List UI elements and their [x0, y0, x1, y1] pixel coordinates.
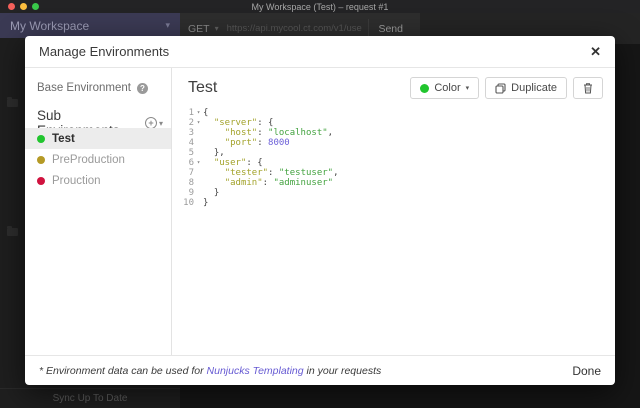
fold-gutter — [194, 198, 203, 208]
chevron-down-icon: ▾ — [466, 84, 470, 92]
environment-color-dot-icon — [37, 177, 45, 185]
environment-item-label: Prouction — [52, 175, 101, 187]
folder-icon — [7, 99, 18, 107]
footer-note: * Environment data can be used for Nunju… — [39, 365, 381, 377]
modal-title: Manage Environments — [39, 44, 169, 59]
environment-editor-panel: Test Color ▾ Duplicate — [172, 68, 615, 355]
close-icon[interactable]: ✕ — [590, 44, 601, 60]
window-title: My Workspace (Test) – request #1 — [0, 2, 640, 12]
http-method-dropdown[interactable]: GET — [188, 23, 210, 35]
base-environment-label: Base Environment — [37, 82, 131, 94]
line-number: 5 — [172, 148, 194, 158]
sync-status-button[interactable]: Sync Up To Date — [0, 388, 180, 408]
folder-icon — [7, 228, 18, 236]
line-number: 4 — [172, 138, 194, 148]
code-line: 7 "tester": "testuser", — [172, 168, 615, 178]
line-number: 3 — [172, 128, 194, 138]
code-line: 8 "admin": "adminuser" — [172, 178, 615, 188]
trash-icon — [583, 82, 593, 94]
base-environment-item[interactable]: Base Environment ? — [37, 82, 163, 94]
code-line: 5 }, — [172, 148, 615, 158]
line-number: 6 — [172, 158, 194, 168]
code-line: 2▾ "server": { — [172, 118, 615, 128]
code-line: 10} — [172, 198, 615, 208]
fold-arrow-icon[interactable]: ▾ — [194, 118, 203, 128]
environment-list: Test PreProduction Prouction — [25, 128, 171, 191]
code-line: 6▾ "user": { — [172, 158, 615, 168]
code-line: 4 "port": 8000 — [172, 138, 615, 148]
zoom-window-button[interactable] — [32, 3, 39, 10]
environment-color-dot-icon — [37, 135, 45, 143]
code-text: "tester": "testuser", — [203, 168, 339, 178]
done-button[interactable]: Done — [572, 364, 601, 378]
code-text: "port": 8000 — [203, 138, 290, 148]
minimize-window-button[interactable] — [20, 3, 27, 10]
json-code-editor[interactable]: 1▾{2▾ "server": {3 "host": "localhost",4… — [172, 108, 615, 208]
chevron-down-icon: ▾ — [165, 20, 170, 31]
code-line: 3 "host": "localhost", — [172, 128, 615, 138]
nunjucks-templating-link[interactable]: Nunjucks Templating — [207, 365, 304, 377]
environments-sidebar: Base Environment ? Sub Environments + ▾ … — [25, 68, 172, 355]
url-input[interactable]: https://api.mycool.ct.com/v1/users — [227, 23, 362, 34]
fold-gutter — [194, 138, 203, 148]
environment-item-label: PreProduction — [52, 154, 125, 166]
manage-environments-modal: Manage Environments ✕ Base Environment ?… — [25, 36, 615, 385]
environment-item[interactable]: Prouction — [25, 170, 171, 191]
modal-header: Manage Environments ✕ — [25, 36, 615, 68]
modal-body: Base Environment ? Sub Environments + ▾ … — [25, 68, 615, 355]
line-number: 9 — [172, 188, 194, 198]
help-icon[interactable]: ? — [137, 83, 148, 94]
environment-item[interactable]: Test — [25, 128, 171, 149]
fold-gutter — [194, 178, 203, 188]
code-text: } — [203, 188, 219, 198]
fold-arrow-icon[interactable]: ▾ — [194, 108, 203, 118]
environment-item[interactable]: PreProduction — [25, 149, 171, 170]
fold-gutter — [194, 168, 203, 178]
workspace-dropdown[interactable]: My Workspace ▾ — [0, 13, 180, 38]
line-number: 7 — [172, 168, 194, 178]
delete-environment-button[interactable] — [573, 77, 603, 99]
fold-gutter — [194, 188, 203, 198]
fold-gutter — [194, 148, 203, 158]
fold-arrow-icon[interactable]: ▾ — [194, 158, 203, 168]
code-line: 9 } — [172, 188, 615, 198]
code-text: "server": { — [203, 118, 273, 128]
fold-gutter — [194, 128, 203, 138]
close-window-button[interactable] — [8, 3, 15, 10]
code-text: "admin": "adminuser" — [203, 178, 333, 188]
environment-item-label: Test — [52, 133, 75, 145]
code-line: 1▾{ — [172, 108, 615, 118]
macos-titlebar: My Workspace (Test) – request #1 — [0, 0, 640, 13]
code-text: }, — [203, 148, 225, 158]
color-dot-icon — [420, 84, 429, 93]
duplicate-icon — [495, 83, 506, 94]
modal-footer: * Environment data can be used for Nunju… — [25, 355, 615, 385]
environment-color-dot-icon — [37, 156, 45, 164]
line-number: 1 — [172, 108, 194, 118]
line-number: 10 — [172, 198, 194, 208]
chevron-down-icon: ▾ — [159, 119, 163, 128]
code-text: } — [203, 198, 208, 208]
color-button[interactable]: Color ▾ — [410, 77, 479, 99]
code-text: { — [203, 108, 208, 118]
code-text: "host": "localhost", — [203, 128, 333, 138]
chevron-down-icon: ▾ — [215, 24, 219, 33]
editor-panel-header: Test Color ▾ Duplicate — [188, 76, 603, 100]
screen: My Workspace ▾ GET ▾ https://api.mycool.… — [0, 0, 640, 408]
line-number: 8 — [172, 178, 194, 188]
window-controls — [8, 3, 39, 10]
environment-title: Test — [188, 79, 217, 97]
line-number: 2 — [172, 118, 194, 128]
code-text: "user": { — [203, 158, 263, 168]
workspace-name: My Workspace — [10, 19, 89, 33]
duplicate-button[interactable]: Duplicate — [485, 77, 567, 99]
